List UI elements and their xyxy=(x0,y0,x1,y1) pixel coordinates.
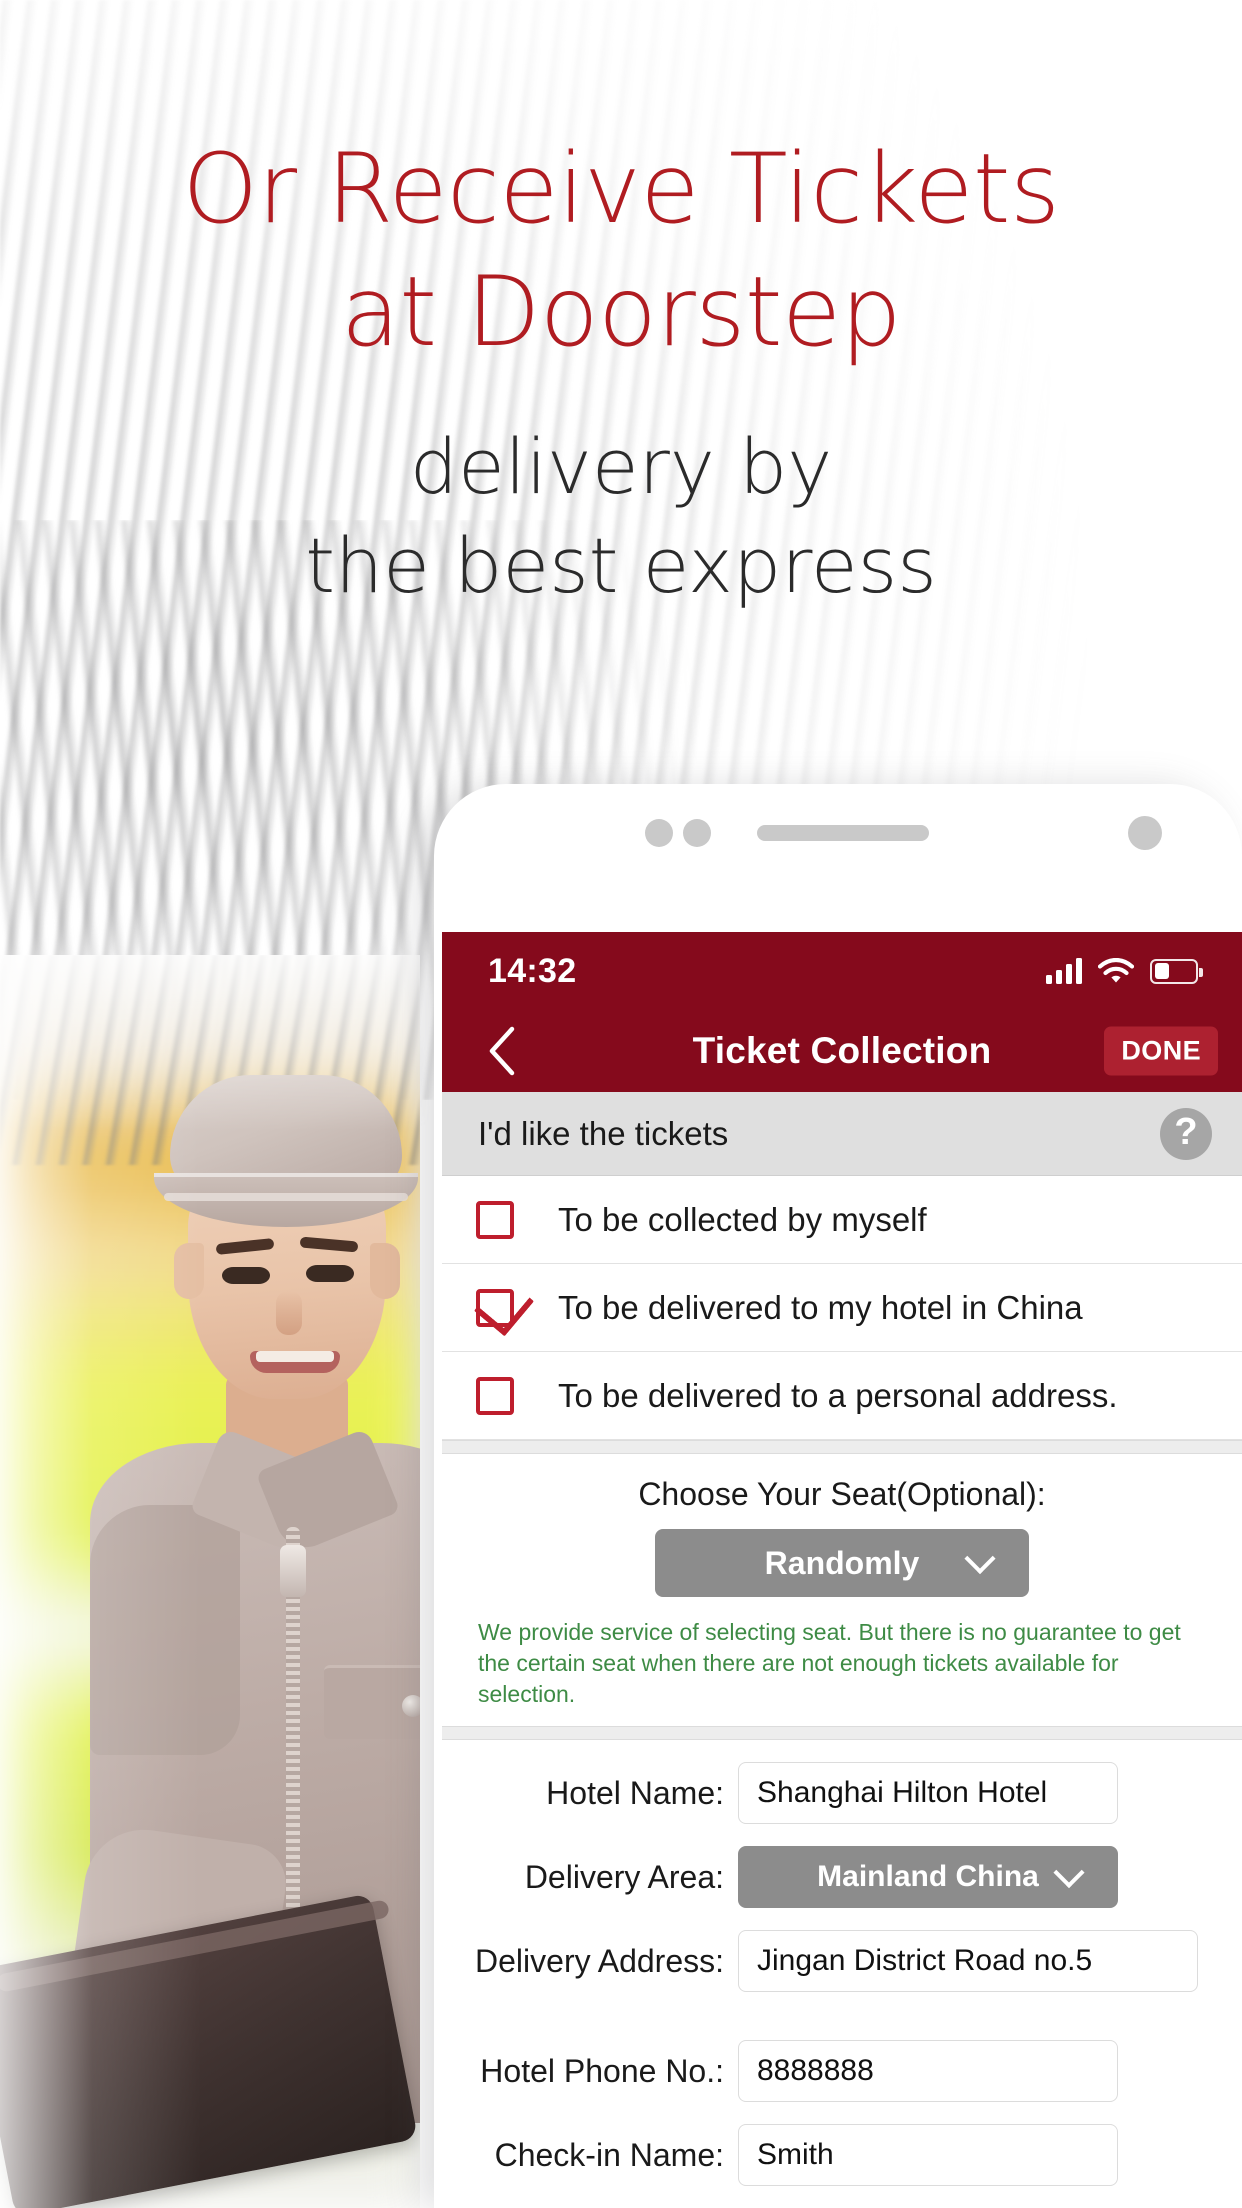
checkbox-icon[interactable] xyxy=(476,1376,514,1415)
seat-select-dropdown[interactable]: Randomly xyxy=(655,1529,1029,1597)
promo-screenshot: Or Receive Tickets at Doorstep delivery … xyxy=(0,0,1242,2208)
question-mark-icon[interactable]: ? xyxy=(1160,1107,1212,1160)
checkin-name-input[interactable]: Smith xyxy=(738,2124,1118,2187)
wifi-icon xyxy=(1098,958,1134,984)
phone-mockup: 14:32 Ticket Collection DONE I'd like th… xyxy=(434,784,1242,2208)
seat-select-value: Randomly xyxy=(764,1544,920,1581)
chevron-down-icon xyxy=(1053,1857,1085,1889)
form-row-delivery-area: Delivery Area: Mainland China xyxy=(442,1846,1242,1909)
status-bar-icons xyxy=(1046,958,1203,984)
field-label: Delivery Address: xyxy=(475,1942,724,1979)
battery-icon xyxy=(1150,958,1203,984)
option-row-deliver-hotel[interactable]: To be delivered to my hotel in China xyxy=(442,1264,1242,1352)
cellular-signal-icon xyxy=(1046,958,1082,984)
checkbox-checked-icon[interactable] xyxy=(476,1288,514,1327)
courier-photo xyxy=(0,955,420,2208)
form-spacer xyxy=(442,2014,1242,2040)
seat-selection-note: We provide service of selecting seat. Bu… xyxy=(478,1619,1181,1708)
section-header-label: I'd like the tickets xyxy=(478,1114,729,1152)
hero-headline-line-1: Or Receive Tickets xyxy=(182,133,1060,245)
option-label: To be delivered to my hotel in China xyxy=(558,1288,1083,1326)
section-divider xyxy=(442,1440,1242,1454)
navigation-bar: Ticket Collection DONE xyxy=(442,1010,1242,1092)
speaker-grille-icon xyxy=(757,825,929,841)
delivery-area-value: Mainland China xyxy=(817,1860,1039,1894)
form-row-delivery-address: Delivery Address: Jingan District Road n… xyxy=(442,1930,1242,1993)
camera-dot-icon xyxy=(645,819,673,847)
app-screen: 14:32 Ticket Collection DONE I'd like th… xyxy=(442,932,1242,2208)
checkbox-icon[interactable] xyxy=(476,1200,514,1239)
chevron-left-icon[interactable] xyxy=(482,1025,522,1077)
hero-headline-line-2: at Doorstep xyxy=(341,255,902,368)
hotel-name-input[interactable]: Shanghai Hilton Hotel xyxy=(738,1762,1118,1825)
chevron-down-icon xyxy=(964,1543,996,1575)
delivery-address-input[interactable]: Jingan District Road no.5 xyxy=(738,1930,1198,1993)
sensor-dot-icon xyxy=(1128,816,1162,850)
status-bar-time: 14:32 xyxy=(488,951,577,990)
status-bar: 14:32 xyxy=(442,932,1242,1010)
field-label: Delivery Area: xyxy=(524,1858,724,1895)
section-divider xyxy=(442,1726,1242,1741)
option-label: To be collected by myself xyxy=(558,1200,927,1238)
hero-subheadline: delivery by the best express xyxy=(0,418,1242,616)
photo-top-fade xyxy=(0,955,420,2208)
delivery-form: Hotel Name: Shanghai Hilton Hotel Delive… xyxy=(442,1740,1242,2208)
field-label: Hotel Phone No.: xyxy=(480,2052,724,2089)
section-header: I'd like the tickets ? xyxy=(442,1092,1242,1176)
field-label: Hotel Name: xyxy=(546,1774,724,1811)
hero-subheadline-line-2: the best express xyxy=(305,520,937,610)
camera-dot-icon xyxy=(683,819,711,847)
seat-selection-title: Choose Your Seat(Optional): xyxy=(638,1476,1046,1512)
hotel-phone-input[interactable]: 8888888 xyxy=(738,2040,1118,2103)
form-row-hotel-name: Hotel Name: Shanghai Hilton Hotel xyxy=(442,1762,1242,1825)
option-row-deliver-personal-address[interactable]: To be delivered to a personal address. xyxy=(442,1352,1242,1440)
hero-subheadline-line-1: delivery by xyxy=(409,422,833,511)
hero-headline: Or Receive Tickets at Doorstep xyxy=(0,128,1242,374)
option-label: To be delivered to a personal address. xyxy=(558,1376,1118,1414)
form-row-checkin-name: Check-in Name: Smith xyxy=(442,2124,1242,2187)
page-title: Ticket Collection xyxy=(692,1030,992,1071)
delivery-area-select[interactable]: Mainland China xyxy=(738,1846,1118,1909)
done-button[interactable]: DONE xyxy=(1104,1026,1218,1076)
field-label: Check-in Name: xyxy=(494,2136,724,2173)
form-row-hotel-phone: Hotel Phone No.: 8888888 xyxy=(442,2040,1242,2103)
option-row-collect-myself[interactable]: To be collected by myself xyxy=(442,1176,1242,1264)
seat-selection-section: Choose Your Seat(Optional): Randomly We … xyxy=(442,1454,1242,1727)
